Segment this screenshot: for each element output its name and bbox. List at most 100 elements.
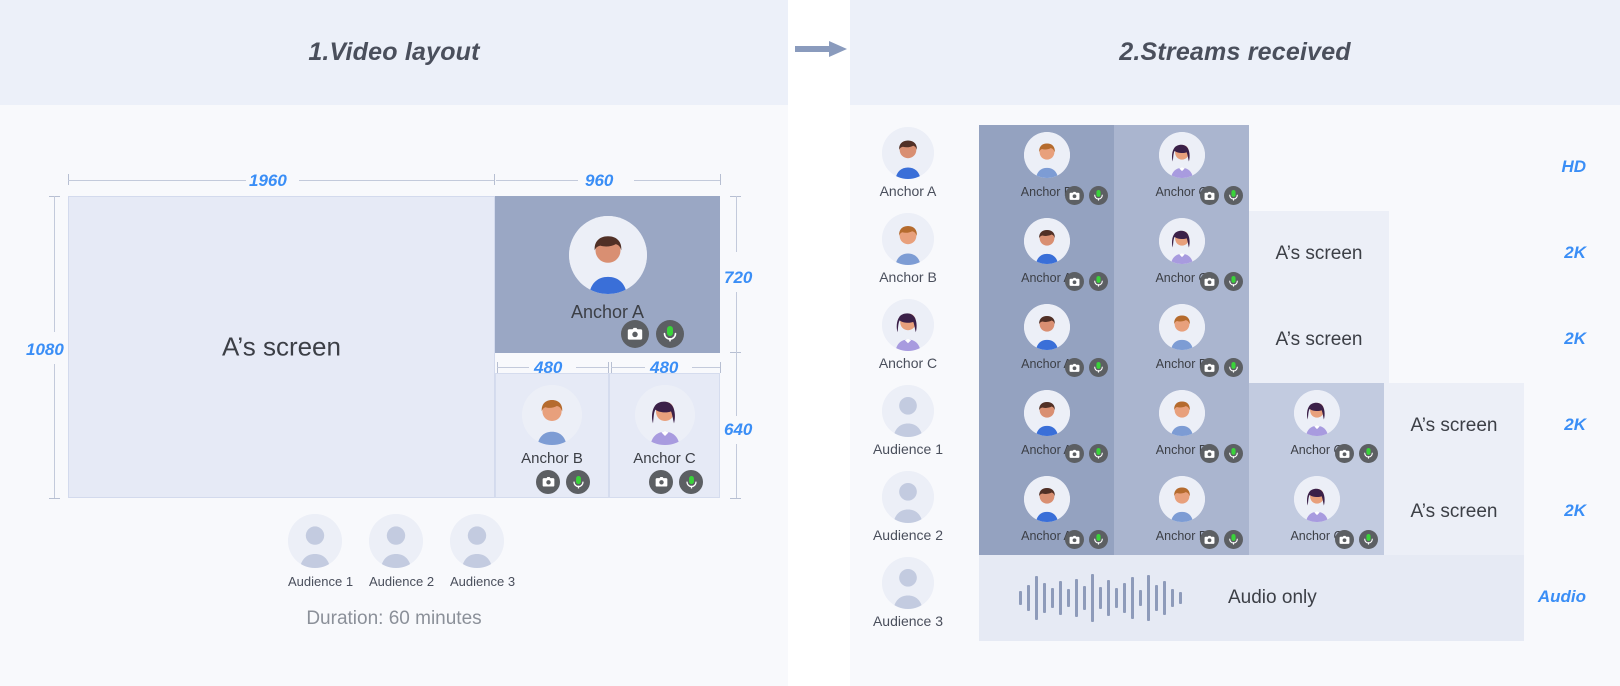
- dim-960: 960: [585, 171, 614, 190]
- layout-tile-anchor-b[interactable]: Anchor B: [495, 373, 609, 498]
- microphone-icon[interactable]: [1224, 186, 1243, 205]
- avatar-female-purple: [1293, 476, 1340, 522]
- stream-row-viewer[interactable]: Anchor C: [860, 297, 956, 383]
- stream-quality-badge: 2K: [1564, 329, 1586, 348]
- microphone-icon[interactable]: [1359, 444, 1378, 463]
- rule-1080-b: [54, 364, 55, 498]
- dim-720: 720: [724, 268, 753, 287]
- avatar-generic: [882, 385, 934, 437]
- camera-icon[interactable]: [1065, 358, 1084, 377]
- stream-cell[interactable]: Anchor A: [979, 383, 1114, 469]
- stream-row-viewer[interactable]: Anchor B: [860, 211, 956, 297]
- tick-480c-right: [720, 362, 721, 373]
- media-badges-anchor-c[interactable]: [649, 470, 703, 494]
- stream-cell[interactable]: Anchor B: [979, 125, 1114, 211]
- microphone-icon[interactable]: [1089, 530, 1108, 549]
- microphone-icon[interactable]: [1089, 444, 1108, 463]
- microphone-icon[interactable]: [679, 470, 703, 494]
- microphone-icon[interactable]: [656, 320, 684, 348]
- layout-tile-name-anchor-c: Anchor C: [633, 450, 696, 467]
- camera-icon[interactable]: [1200, 530, 1219, 549]
- layout-tile-anchor-a[interactable]: Anchor A: [495, 196, 720, 353]
- stream-cell[interactable]: Anchor A: [979, 211, 1114, 297]
- camera-icon[interactable]: [649, 470, 673, 494]
- rule-480b-a: [497, 367, 529, 368]
- avatar-male-orange: [1023, 132, 1070, 178]
- screen-share-cell[interactable]: A’s screen: [1249, 211, 1389, 297]
- stream-row-viewer[interactable]: Audience 3: [860, 555, 956, 641]
- microphone-icon[interactable]: [1089, 186, 1108, 205]
- layout-audience-1[interactable]: Audience 1: [288, 514, 353, 589]
- camera-icon[interactable]: [1065, 530, 1084, 549]
- stream-row-viewer-label: Anchor A: [879, 183, 937, 199]
- rule-720-b: [736, 292, 737, 352]
- duration-label: Duration: 60 minutes: [306, 608, 482, 629]
- camera-icon[interactable]: [1065, 444, 1084, 463]
- rule-1080-a: [54, 196, 55, 332]
- microphone-icon[interactable]: [1359, 530, 1378, 549]
- stream-cell[interactable]: Anchor B: [1114, 297, 1249, 383]
- screen-share-cell[interactable]: A’s screen: [1384, 383, 1524, 469]
- stream-quality-badge: 2K: [1564, 415, 1586, 434]
- media-badges[interactable]: [1200, 530, 1243, 549]
- audio-only-cell[interactable]: Audio only: [979, 555, 1524, 641]
- stream-row: Anchor B Anchor A Anchor C A’s screen 2K: [850, 211, 1620, 297]
- screen-share-cell[interactable]: A’s screen: [1384, 469, 1524, 555]
- stream-cell[interactable]: Anchor A: [979, 297, 1114, 383]
- media-badges[interactable]: [1200, 358, 1243, 377]
- microphone-icon[interactable]: [1224, 530, 1243, 549]
- microphone-icon[interactable]: [1224, 444, 1243, 463]
- stream-cell[interactable]: Anchor C: [1114, 125, 1249, 211]
- stream-cell[interactable]: Anchor B: [1114, 383, 1249, 469]
- layout-audience-2[interactable]: Audience 2: [369, 514, 435, 589]
- media-badges[interactable]: [1200, 272, 1243, 291]
- media-badges[interactable]: [1065, 530, 1108, 549]
- avatar-generic: [450, 514, 504, 568]
- camera-icon[interactable]: [536, 470, 560, 494]
- layout-audience-label-2: Audience 2: [369, 574, 435, 589]
- layout-screen-share-box[interactable]: A’s screen: [68, 196, 495, 498]
- media-badges-anchor-a[interactable]: [621, 320, 684, 348]
- camera-icon[interactable]: [1335, 530, 1354, 549]
- media-badges[interactable]: [1065, 272, 1108, 291]
- tick-mid-top: [494, 174, 495, 185]
- avatar-male-dark: [1023, 390, 1070, 436]
- media-badges[interactable]: [1065, 358, 1108, 377]
- media-badges-anchor-b[interactable]: [536, 470, 590, 494]
- layout-tile-anchor-c[interactable]: Anchor C: [609, 373, 720, 498]
- microphone-icon[interactable]: [1224, 358, 1243, 377]
- stream-cell[interactable]: Anchor C: [1249, 383, 1384, 469]
- media-badges[interactable]: [1065, 444, 1108, 463]
- microphone-icon[interactable]: [1224, 272, 1243, 291]
- tick-bottom-right: [730, 498, 741, 499]
- camera-icon[interactable]: [1065, 186, 1084, 205]
- stream-cell[interactable]: Anchor C: [1114, 211, 1249, 297]
- camera-icon[interactable]: [1200, 444, 1219, 463]
- layout-audience-3[interactable]: Audience 3: [450, 514, 515, 589]
- camera-icon[interactable]: [1200, 358, 1219, 377]
- stream-row-viewer[interactable]: Audience 2: [860, 469, 956, 555]
- microphone-icon[interactable]: [1089, 358, 1108, 377]
- right-panel-title: 2.Streams received: [1119, 38, 1351, 66]
- camera-icon[interactable]: [1200, 186, 1219, 205]
- media-badges[interactable]: [1200, 444, 1243, 463]
- media-badges[interactable]: [1065, 186, 1108, 205]
- stream-cell[interactable]: Anchor B: [1114, 469, 1249, 555]
- camera-icon[interactable]: [1065, 272, 1084, 291]
- stream-cell[interactable]: Anchor C: [1249, 469, 1384, 555]
- layout-audience-row: Audience 1 Audience 2 Audience 3: [288, 514, 515, 589]
- stream-quality-badge: 2K: [1564, 243, 1586, 262]
- stream-row-viewer[interactable]: Anchor A: [860, 125, 956, 211]
- media-badges[interactable]: [1335, 530, 1378, 549]
- media-badges[interactable]: [1335, 444, 1378, 463]
- microphone-icon[interactable]: [1089, 272, 1108, 291]
- microphone-icon[interactable]: [566, 470, 590, 494]
- camera-icon[interactable]: [1200, 272, 1219, 291]
- media-badges[interactable]: [1200, 186, 1243, 205]
- screen-share-cell[interactable]: A’s screen: [1249, 297, 1389, 383]
- camera-icon[interactable]: [1335, 444, 1354, 463]
- stream-row: Anchor C Anchor A Anchor B A’s screen 2K: [850, 297, 1620, 383]
- camera-icon[interactable]: [621, 320, 649, 348]
- stream-row-viewer[interactable]: Audience 1: [860, 383, 956, 469]
- stream-cell[interactable]: Anchor A: [979, 469, 1114, 555]
